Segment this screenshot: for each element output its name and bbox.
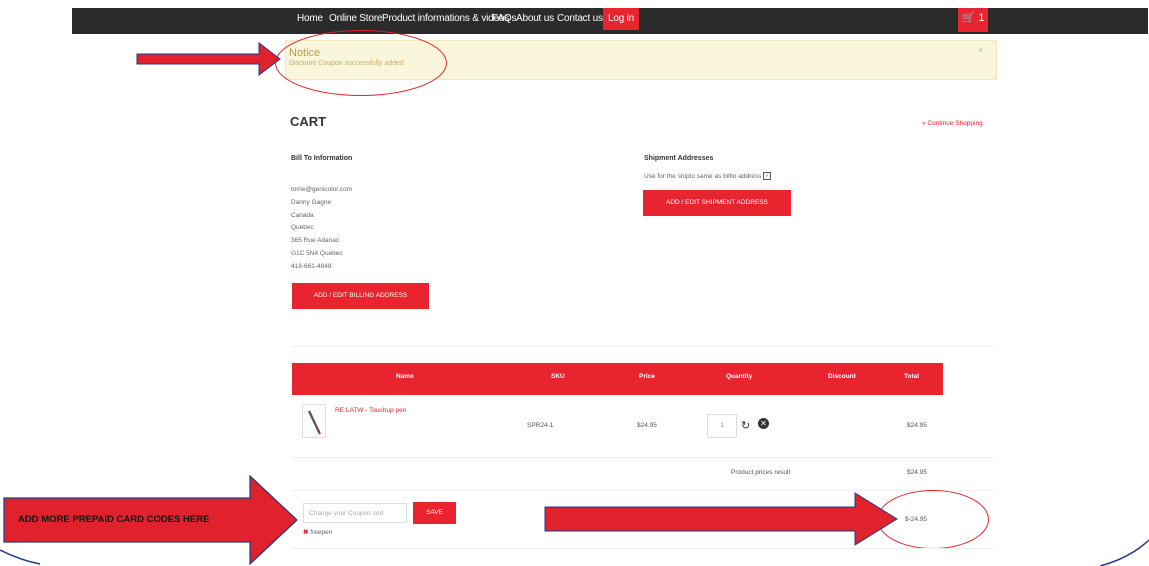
edit-shipment-address-button[interactable]: ADD / EDIT SHIPMENT ADDRESS — [643, 190, 791, 216]
arrow-annotation-label: ADD MORE PREPAID CARD CODES HERE — [18, 514, 210, 525]
product-total: $24.95 — [907, 422, 927, 429]
quantity-input[interactable]: 1 — [707, 414, 737, 438]
bill-street: 365 Rue Adanac — [291, 237, 340, 245]
nav-login[interactable]: Log in — [603, 8, 640, 30]
cart-button[interactable]: 🛒 1 — [958, 8, 988, 32]
cart-count: 1 — [978, 12, 985, 24]
bill-email: tome@genicolor.com — [291, 186, 353, 193]
close-icon[interactable]: × — [978, 45, 983, 55]
header-price: Price — [639, 373, 655, 380]
decorative-frame-curve — [0, 539, 1149, 566]
bill-postal: G1C 5N4 Quebec — [291, 249, 343, 257]
refresh-icon[interactable]: ↻ — [741, 419, 750, 432]
product-sku: SPR24-1 — [527, 422, 554, 429]
coupon-code-input[interactable]: Change your Coupon cod — [303, 503, 407, 523]
header-quantity: Quantity — [726, 373, 753, 380]
nav-contact-us[interactable]: Contact us — [557, 8, 603, 34]
nav-home[interactable]: Home — [297, 8, 323, 34]
product-name-link[interactable]: RE:LATW - Touchup pen — [335, 407, 406, 414]
nav-product-info-videos[interactable]: Product informations & videos — [382, 8, 509, 34]
highlight-oval-notice — [275, 30, 447, 96]
header-total: Total — [904, 373, 920, 380]
bill-province: Quebec — [291, 224, 314, 232]
divider — [292, 457, 994, 458]
product-price: $24.95 — [637, 422, 657, 429]
remove-icon[interactable]: ✕ — [758, 418, 769, 429]
divider — [292, 346, 994, 347]
same-as-billing-checkbox[interactable]: ✓ — [763, 172, 772, 181]
subtotal-value: $24.95 — [907, 469, 927, 476]
bill-to-label: Bill To Information — [291, 155, 353, 162]
edit-billing-address-button[interactable]: ADD / EDIT BILLING ADDRESS — [292, 283, 429, 309]
header-name: Name — [396, 373, 414, 380]
nav-about-us[interactable]: About us — [516, 8, 554, 34]
remove-coupon-icon[interactable]: ✖ — [303, 529, 308, 536]
header-sku: SKU — [551, 373, 565, 380]
page-title: CART — [290, 114, 327, 129]
header-discount: Discount — [828, 373, 856, 380]
pen-icon — [307, 410, 321, 435]
same-as-billing-row: Use for the shipto same as billto addres… — [644, 171, 772, 184]
continue-shopping-link[interactable]: « Continue Shopping — [922, 120, 983, 127]
shipment-label: Shipment Addresses — [644, 155, 714, 162]
bill-country: Canada — [291, 211, 314, 219]
nav-faqs[interactable]: FAQs — [492, 8, 516, 34]
bill-name: Danny Gagne — [291, 198, 332, 206]
subtotal-label: Product prices result — [731, 469, 791, 476]
bill-to-details: tome@genicolor.com Danny Gagne Canada Qu… — [291, 184, 352, 274]
same-as-billing-text: Use for the shipto same as billto addres… — [644, 173, 762, 180]
bill-phone: 418-661-4848 — [291, 262, 332, 270]
applied-coupon-code: freepen — [310, 529, 333, 536]
product-image[interactable] — [302, 404, 326, 438]
save-coupon-button[interactable]: SAVE — [413, 502, 456, 524]
cart-icon: 🛒 — [961, 12, 976, 24]
arrow-annotation-notice — [136, 41, 281, 77]
